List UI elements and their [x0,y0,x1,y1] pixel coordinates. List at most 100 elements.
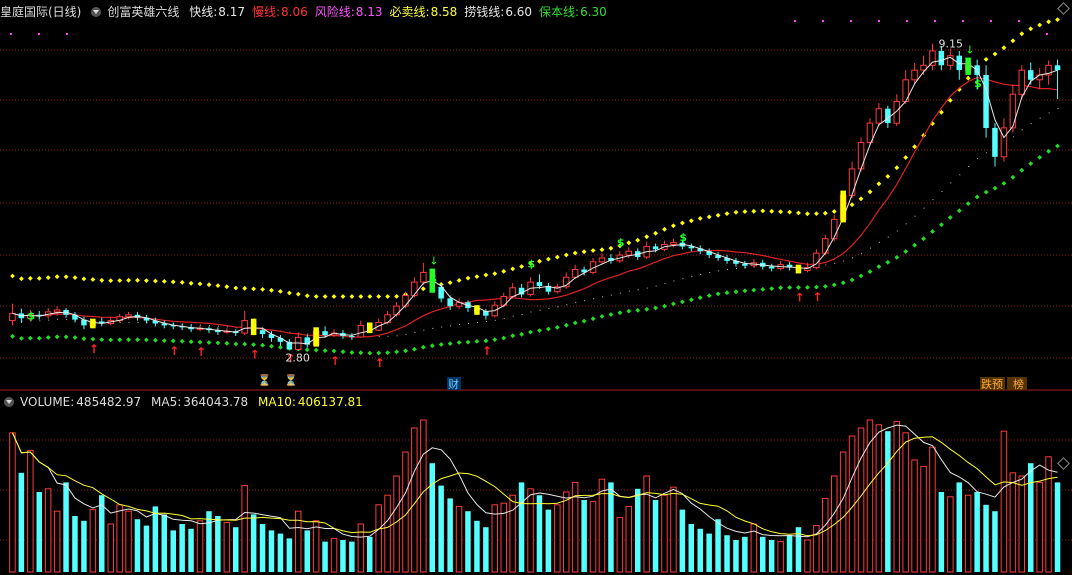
must-sell-dot [117,278,123,283]
keep-dot [483,338,489,344]
keep-dot [849,277,855,283]
profit-line-dot [602,296,603,298]
dollar-icon: $ [679,231,687,244]
risk-marker [906,20,908,22]
must-sell-dot [179,279,185,285]
volume-bar [742,536,748,572]
must-sell-dot [715,212,721,218]
up-arrow-icon: ↑ [250,348,260,362]
volume-bar [635,488,641,572]
indicator-name[interactable]: 创富英雄六线 [107,5,179,19]
volume-bar [848,435,856,573]
keep-dot [992,185,998,191]
indicator-line-label: 快线: [189,5,218,19]
must-sell-dot [1019,31,1025,37]
keep-dot [974,194,980,200]
volume-bar [44,488,52,573]
keep-dot [885,259,891,265]
keep-dot [376,350,382,356]
volume-bar [438,485,444,572]
profit-line-dot [718,270,720,272]
must-sell-dot [18,276,24,282]
chevron-down-icon[interactable] [4,396,14,407]
buy-signal-bar [840,190,846,223]
keep-dot [742,288,748,294]
buy-signal-bar [474,305,480,315]
volume-bar [357,523,365,573]
stock-title[interactable]: 皇庭国际(日线) [0,5,81,19]
profit-line-dot [628,290,630,292]
must-sell-dot [1001,45,1007,51]
must-sell-dot [778,209,784,215]
profit-line-dot [1057,108,1059,110]
kline-chart[interactable]: ↓↓↑ ↑ ↑ ↑ ↑ ↑ ↑↑↑ ↑$$$$ $$9.152.80⏳ ⏳ 财跌预榜 [0,0,1072,575]
must-sell-dot [688,218,694,224]
must-sell-dot [483,272,489,278]
keep-dot [1028,161,1034,167]
profit-line-dot [521,314,523,315]
volume-bar [527,488,534,573]
risk-marker [878,20,880,22]
keep-dot [813,284,819,290]
profit-line-dot [441,326,443,328]
volume-bar [545,509,552,572]
profit-line-dot [423,329,425,331]
volume-bar [911,459,918,573]
profit-line-dot [646,287,648,289]
keep-dot [465,339,471,345]
profit-line-dot [834,262,836,264]
keep-dot [831,282,837,288]
must-sell-dot [277,288,283,294]
volume-bar [312,520,320,573]
keep-dot [501,335,507,341]
keep-dot [983,189,989,195]
candle-body [813,252,820,269]
must-sell-dot [188,280,194,286]
volume-bar [420,419,427,573]
volume-value: 485482.97 [76,395,142,409]
keep-dot [965,201,971,207]
keep-dot [331,348,337,354]
volume-bar [429,463,435,572]
volume-bar [536,495,543,572]
profit-line-dot [852,257,854,259]
indicator-line-label: 必卖线: [389,5,430,19]
keep-dot [90,336,96,342]
must-sell-dot [295,291,301,297]
volume-bar [152,506,159,572]
ma10-line [12,432,1058,537]
profit-line-dot [1012,136,1014,138]
keep-dot [474,338,480,344]
risk-marker [934,20,936,22]
must-sell-dot [831,209,837,214]
keep-dot [697,295,703,301]
keep-dot [644,306,650,312]
keep-dot [1010,174,1016,180]
keep-dot [242,341,248,347]
chevron-down-icon[interactable] [91,6,102,17]
profit-line-dot [57,318,59,320]
volume-bar [322,541,328,572]
volume-bar [983,504,989,572]
must-sell-dot [662,226,667,232]
candle-body [509,287,516,297]
profit-line-dot [557,306,559,308]
hourglass-icon: ⏳ [258,374,272,387]
profit-line-dot [1021,129,1023,131]
must-sell-dot [349,294,355,299]
dollar-icon: $ [974,77,982,90]
keep-dot [537,328,542,333]
profit-line-dot [226,326,228,328]
candle-body [911,69,918,81]
event-badge-label: 榜 [1013,377,1024,391]
slow-line [12,76,1058,338]
must-sell-dot [545,256,551,262]
volume-bar [724,535,730,572]
keep-dot [787,285,793,290]
volume-bar [760,536,766,572]
candle-body [259,330,266,335]
keep-dot [947,215,953,220]
buy-signal-bar [795,264,802,274]
keep-dot [528,329,533,335]
keep-dot [349,350,355,355]
